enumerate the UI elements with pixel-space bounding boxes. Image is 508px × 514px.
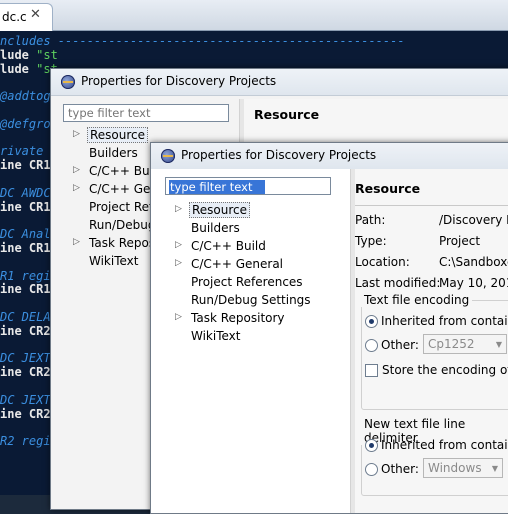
encoding-other-label[interactable]: Other:	[381, 338, 419, 352]
info-value: /Discovery Pr	[439, 213, 508, 227]
info-key: Path:	[355, 213, 386, 227]
info-key: Type:	[355, 234, 387, 248]
close-icon[interactable]: ✕	[30, 7, 41, 22]
expand-arrow-icon[interactable]: ▷	[175, 258, 185, 268]
tree-item-label[interactable]: WikiText	[87, 254, 141, 268]
store-encoding-label[interactable]: Store the encoding of de	[382, 363, 508, 377]
encoding-other-combo[interactable]: Cp1252 ▼	[423, 334, 507, 354]
tree-item-label[interactable]: WikiText	[189, 329, 243, 343]
eclipse-icon	[161, 149, 175, 163]
dialog-titlebar[interactable]: Properties for Discovery Projects	[51, 69, 508, 96]
expand-arrow-icon[interactable]: ▷	[175, 240, 185, 250]
editor-tab-bar: dc.c ✕	[0, 0, 508, 31]
encoding-other-value: Cp1252	[428, 337, 475, 351]
info-key: Last modified:	[355, 276, 441, 290]
expand-arrow-icon[interactable]: ▷	[175, 312, 185, 322]
expand-arrow-icon[interactable]: ▷	[73, 129, 83, 139]
editor-tab[interactable]: dc.c ✕	[0, 3, 53, 31]
delimiter-other-value: Windows	[428, 461, 482, 475]
text-encoding-group-label: Text file encoding	[361, 293, 473, 307]
tree-item-label[interactable]: Resource	[189, 202, 251, 218]
encoding-inherited-radio[interactable]	[365, 315, 378, 328]
tree-item-label[interactable]: Task Repository	[189, 311, 287, 325]
eclipse-icon	[61, 75, 75, 89]
info-value: Project	[439, 234, 481, 248]
tree-item-label[interactable]: Project References	[189, 275, 305, 289]
expand-arrow-icon[interactable]: ▷	[73, 237, 83, 247]
filter-input[interactable]	[63, 104, 229, 122]
code-line: @defgro	[0, 116, 51, 131]
property-tree: ▷ Resource Builders ▷ C/C++ Build ▷ C/C++ Gene…	[175, 202, 345, 422]
tree-item-label[interactable]: C/C++ Build	[189, 239, 268, 253]
pane-title: Resource	[355, 181, 421, 196]
editor-tab-label: dc.c	[2, 10, 27, 24]
properties-dialog-front: Properties for Discovery Projects type f…	[150, 142, 508, 514]
code-line: ncludes --------------------------------…	[0, 34, 405, 48]
chevron-down-icon: ▼	[491, 464, 498, 473]
delimiter-other-combo[interactable]: Windows ▼	[423, 458, 503, 478]
delimiter-inherited-label[interactable]: Inherited from container	[381, 438, 508, 452]
title-divider	[355, 205, 508, 206]
pane-title: Resource	[254, 107, 320, 122]
chevron-down-icon: ▼	[495, 340, 502, 349]
tree-item-label[interactable]: C/C++ General	[189, 257, 285, 271]
filter-selected-text: type filter text	[170, 180, 253, 194]
expand-arrow-icon[interactable]: ▷	[73, 183, 83, 193]
right-pane: Resource Path: /Discovery Pr Type: Project L…	[355, 169, 508, 513]
code-line: @addtog	[0, 89, 51, 104]
dialog-title: Properties for Discovery Projects	[181, 148, 377, 162]
expand-arrow-icon[interactable]: ▷	[175, 204, 185, 214]
delimiter-other-label[interactable]: Other:	[381, 462, 419, 476]
tree-item-label[interactable]: Resource	[87, 127, 149, 143]
encoding-inherited-label[interactable]: Inherited from container	[381, 314, 508, 328]
info-value: May 10, 2013	[439, 276, 508, 290]
delimiter-other-radio[interactable]	[365, 463, 378, 476]
tree-item-label[interactable]: Run/Debug Settings	[189, 293, 313, 307]
tree-item-label[interactable]: Builders	[87, 146, 140, 160]
delimiter-inherited-radio[interactable]	[365, 439, 378, 452]
encoding-other-radio[interactable]	[365, 339, 378, 352]
dialog-titlebar[interactable]: Properties for Discovery Projects	[151, 143, 508, 170]
info-value: C:\Sandboxes	[439, 255, 508, 269]
store-encoding-checkbox[interactable]	[365, 364, 378, 377]
expand-arrow-icon[interactable]: ▷	[73, 165, 83, 175]
dialog-title: Properties for Discovery Projects	[81, 74, 277, 88]
info-key: Location:	[355, 255, 410, 269]
tree-item-label[interactable]: Builders	[189, 221, 242, 235]
